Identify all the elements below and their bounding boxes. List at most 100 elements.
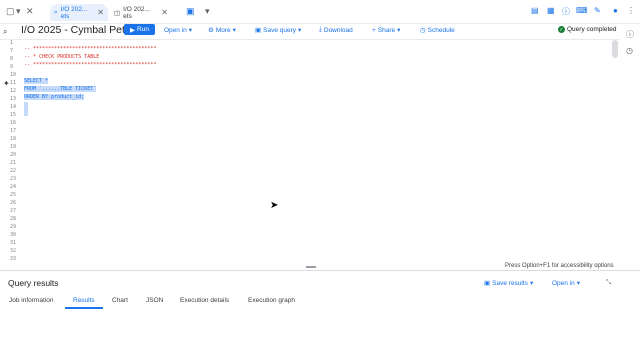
close-icon[interactable]: ✕: [26, 6, 34, 17]
save-results-button[interactable]: ▣ Save results ▾: [484, 279, 533, 288]
chevron-down-icon[interactable]: ▾: [16, 6, 21, 17]
bigquery-icon: ◫: [114, 9, 121, 17]
line-number: 29: [10, 224, 17, 230]
pin-icon[interactable]: ●: [613, 6, 618, 15]
open-in-label: Open in: [552, 279, 575, 287]
results-open-in-button[interactable]: Open in ▾: [552, 279, 580, 288]
line-number: 21: [10, 160, 17, 166]
line-number: 24: [10, 184, 17, 190]
line-number: 18: [10, 136, 17, 142]
sql-editor[interactable]: 1 7 8 9 10 11 12 13 14 15 16 17 18 19 20 21 22 23 24 25 26 27…: [0, 39, 620, 269]
line-number: 9: [10, 64, 14, 70]
line-number: 16: [10, 120, 17, 126]
tab-json[interactable]: JSON: [146, 297, 163, 304]
status-badge: ✓ Query completed: [558, 26, 617, 33]
line-number: 33: [10, 256, 17, 262]
search-icon[interactable]: ⌕: [3, 27, 7, 37]
search-icon: ⌕: [54, 8, 58, 16]
resize-handle[interactable]: [306, 266, 316, 268]
layout-icon[interactable]: ▤: [531, 6, 539, 15]
keyboard-icon[interactable]: ⌨: [576, 6, 588, 15]
active-tab-indicator: [65, 307, 103, 309]
line-number: 13: [10, 96, 17, 102]
browser-tab-active[interactable]: ⌕ I/O 202... ets ✕: [50, 4, 108, 21]
results-title: Query results: [8, 278, 59, 288]
history-icon[interactable]: ◷: [626, 46, 633, 55]
chevron-down-icon[interactable]: ▾: [205, 6, 210, 17]
line-number: 23: [10, 176, 17, 182]
line-number: 10: [10, 72, 17, 78]
code-text: FROM `......TBLE TICKET`: [24, 86, 97, 92]
apps-icon[interactable]: ▦: [547, 6, 555, 15]
save-query-button[interactable]: ▣ Save query ▾: [255, 26, 302, 35]
line-number: 20: [10, 152, 17, 158]
code-text: ORDER BY product_id;: [24, 94, 85, 100]
open-in-label: Open in: [164, 26, 187, 34]
schedule-button[interactable]: ◷ Schedule: [420, 26, 455, 35]
browser-tab-strip: ▢ ▾ ✕ ⌕ I/O 202... ets ✕ ◫ I/O 202... et…: [0, 0, 640, 24]
add-tab-icon[interactable]: ▣: [186, 6, 195, 17]
line-number: 31: [10, 240, 17, 246]
expand-icon[interactable]: ⤡: [606, 279, 611, 287]
share-button[interactable]: + Share ▾: [372, 26, 401, 35]
more-vert-icon[interactable]: ⋮: [627, 6, 635, 15]
close-tab-icon[interactable]: ✕: [97, 8, 104, 17]
save-query-label: Save query: [263, 26, 297, 34]
tab-job-information[interactable]: Job information: [9, 297, 53, 304]
run-label: Run: [137, 26, 149, 33]
clock-icon: ◷: [420, 27, 426, 34]
status-text: Query completed: [567, 26, 617, 33]
browser-tab[interactable]: ◫ I/O 202... ets ✕: [110, 4, 172, 21]
info-circle-icon[interactable]: ⓘ: [562, 6, 570, 17]
comment-text: -- *************************************…: [24, 62, 157, 68]
open-in-button[interactable]: Open in ▾: [164, 26, 192, 35]
line-number: 30: [10, 232, 17, 238]
code-line-selected: SELECT *: [24, 78, 49, 84]
tab-execution-graph[interactable]: Execution graph: [248, 297, 295, 304]
tab-results[interactable]: Results: [73, 297, 95, 304]
save-results-label: Save results: [492, 279, 528, 287]
close-tab-icon[interactable]: ✕: [161, 8, 168, 17]
code-line: -- *************************************…: [24, 62, 156, 68]
chevron-down-icon: ▾: [397, 27, 401, 34]
tab-label: I/O 202... ets: [123, 5, 150, 20]
line-number: 8: [10, 56, 14, 62]
tab-execution-details[interactable]: Execution details: [180, 297, 229, 304]
more-button[interactable]: ⚙ More ▾: [208, 26, 236, 35]
page-title: I/O 2025 - Cymbal Pets: [21, 24, 131, 36]
gear-icon: ⚙: [208, 27, 214, 34]
info-icon[interactable]: ⓘ: [626, 29, 634, 40]
code-line-selected: ORDER BY product_id;: [24, 94, 85, 100]
line-number: 15: [10, 112, 17, 118]
share-label: Share: [377, 26, 396, 34]
tab-chart[interactable]: Chart: [112, 297, 128, 304]
editor-scrollbar[interactable]: [612, 40, 618, 58]
line-number: 12: [10, 88, 17, 94]
tab-group-icon[interactable]: ▢: [6, 6, 15, 17]
accessibility-hint: Press Option+F1 for accessibility option…: [505, 263, 614, 269]
download-button[interactable]: ⤓ Download: [319, 26, 353, 34]
run-button[interactable]: ▶ Run: [124, 24, 155, 35]
line-number: 1: [10, 40, 14, 46]
save-icon: ▣: [255, 27, 262, 34]
chevron-down-icon: ▾: [232, 27, 236, 34]
line-number: 27: [10, 208, 17, 214]
wand-icon[interactable]: ✎: [594, 6, 601, 15]
selection-tail: [24, 102, 28, 116]
line-number: 19: [10, 144, 17, 150]
line-number: 28: [10, 216, 17, 222]
query-results-panel: Query results ▣ Save results ▾ Open in ▾…: [0, 270, 640, 360]
line-number: 22: [10, 168, 17, 174]
right-rail: ⓘ ◷: [622, 24, 640, 84]
mouse-pointer-icon: ➤: [270, 200, 279, 211]
play-icon: ▶: [130, 26, 136, 34]
add-person-icon: +: [372, 26, 376, 34]
line-number: 32: [10, 248, 17, 254]
chevron-down-icon: ▾: [298, 27, 302, 34]
line-number: 7: [10, 48, 14, 54]
code-line-selected: FROM `......TBLE TICKET`: [24, 86, 97, 92]
comment-text: -- *************************************…: [24, 46, 157, 52]
code-line: -- * CHECK PRODUCTS TABLE: [24, 54, 99, 60]
line-number: 25: [10, 192, 17, 198]
comment-text: -- * CHECK PRODUCTS TABLE: [24, 54, 100, 60]
